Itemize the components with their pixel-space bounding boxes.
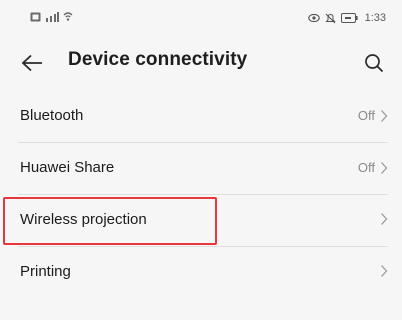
item-label: Bluetooth — [20, 107, 84, 124]
settings-item-printing[interactable]: Printing — [0, 247, 402, 299]
item-label: Huawei Share — [20, 159, 115, 176]
eye-comfort-icon — [307, 13, 320, 23]
chevron-right-icon — [381, 109, 388, 122]
page-title: Device connectivity — [68, 49, 248, 70]
item-right — [375, 264, 388, 278]
silent-icon — [324, 13, 336, 23]
battery-icon — [340, 13, 358, 23]
chevron-right-icon — [381, 161, 388, 174]
sim-card-icon — [30, 12, 41, 22]
signal-icon — [46, 12, 59, 22]
settings-item-wireless-projection[interactable]: Wireless projection — [0, 195, 402, 247]
back-arrow-icon — [21, 54, 42, 72]
settings-list: Bluetooth Off Huawei Share Off Wireless … — [0, 91, 402, 299]
item-value: Off — [357, 108, 375, 123]
item-right: Off — [358, 160, 388, 175]
item-value: Off — [357, 160, 375, 175]
status-time: 1:33 — [364, 12, 386, 24]
status-bar: 1:33 — [0, 0, 402, 36]
item-right: Off — [358, 108, 388, 123]
item-label: Wireless projection — [20, 211, 147, 228]
back-button[interactable] — [18, 50, 46, 76]
chevron-right-icon — [381, 265, 388, 277]
settings-item-huawei-share[interactable]: Huawei Share Off — [0, 143, 402, 195]
search-icon — [365, 54, 384, 73]
wifi-icon — [63, 12, 73, 21]
item-right — [375, 212, 388, 226]
chevron-right-icon — [381, 213, 388, 225]
app-bar: Device connectivity — [0, 40, 402, 86]
status-right-icons: 1:33 — [307, 12, 386, 24]
settings-item-bluetooth[interactable]: Bluetooth Off — [0, 91, 402, 143]
search-button[interactable] — [360, 49, 388, 77]
status-left-icons — [30, 12, 73, 22]
item-label: Printing — [20, 263, 71, 280]
